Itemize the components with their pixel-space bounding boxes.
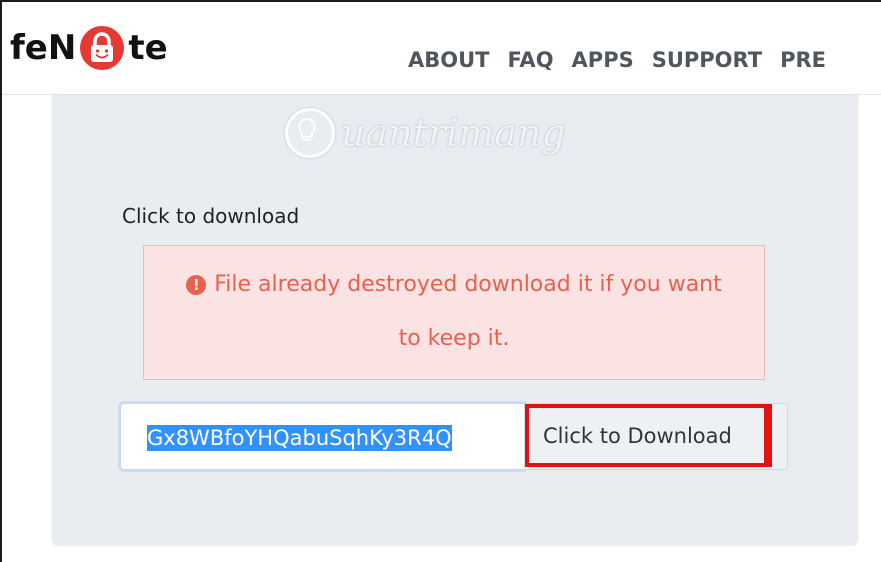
download-button-label: Click to Download [543,424,732,448]
exclamation-circle-icon: ! [186,274,207,295]
file-code-selected-text[interactable]: Gx8WBfoYHQabuSqhKy3R4Q [147,425,452,451]
alert-text-line1: File already destroyed download it if yo… [214,272,722,297]
nav-item-faq[interactable]: FAQ [508,48,554,72]
nav-item-support[interactable]: SUPPORT [652,48,762,72]
file-code-input[interactable]: Gx8WBfoYHQabuSqhKy3R4Q [120,403,524,470]
alert-text-line2: to keep it. [398,326,510,351]
nav-item-premium[interactable]: PRE [780,48,826,72]
download-input-group: Gx8WBfoYHQabuSqhKy3R4Q Click to Download [120,403,788,470]
logo-text-prefix: feN [10,28,77,68]
logo-text-suffix: te [128,28,168,68]
lock-face-icon [80,26,125,70]
click-to-download-button[interactable]: Click to Download [524,403,788,470]
section-title: Click to download [122,204,300,228]
top-navbar: feN te ABOUT FAQ APPS SUPPORT PRE [2,2,881,95]
nav-menu: ABOUT FAQ APPS SUPPORT PRE [408,48,844,72]
site-logo[interactable]: feN te [10,22,168,74]
nav-item-about[interactable]: ABOUT [408,48,490,72]
alert-first-line: ! File already destroyed download it if … [144,272,764,297]
nav-item-apps[interactable]: APPS [572,48,634,72]
destroyed-alert: ! File already destroyed download it if … [143,245,765,380]
